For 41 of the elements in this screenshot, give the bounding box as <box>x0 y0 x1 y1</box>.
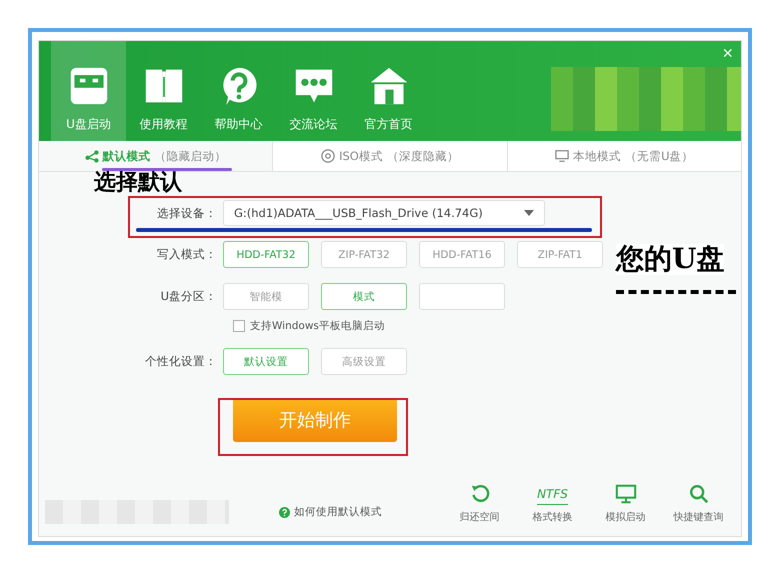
nav-tab[interactable]: 使用教程 <box>126 41 201 141</box>
option-button[interactable] <box>419 283 505 310</box>
tool-button[interactable]: 快捷键查询 <box>662 482 735 524</box>
field-label: 个性化设置： <box>144 354 217 369</box>
field-label: 选择设备： <box>156 206 217 220</box>
option-button[interactable]: ZIP-FAT1 <box>517 241 603 268</box>
nav-tab[interactable]: 官方首页 <box>351 41 426 141</box>
option-button[interactable]: HDD-FAT16 <box>419 241 505 268</box>
caret-icon <box>524 210 534 216</box>
disc-icon <box>321 149 336 163</box>
tool-button[interactable]: 归还空间 <box>443 482 516 524</box>
option-button[interactable]: 默认设置 <box>223 348 309 375</box>
monitor-icon <box>555 149 570 163</box>
device-dropdown[interactable]: G:(hd1)ADATA___USB_Flash_Drive (14.74G) <box>223 200 545 226</box>
checkbox-label: 支持Windows平板电脑启动 <box>250 319 385 333</box>
monitor-icon <box>614 482 636 504</box>
field-label: U盘分区： <box>160 289 217 304</box>
option-button[interactable]: HDD-FAT32 <box>223 241 309 268</box>
help-link[interactable]: 如何使用默认模式 <box>294 505 382 519</box>
drive-icon <box>68 66 108 106</box>
nav-tab[interactable]: 帮助中心 <box>201 41 276 141</box>
option-button[interactable]: 智能模 <box>223 283 309 310</box>
house-icon <box>368 66 408 106</box>
field-label: 写入模式： <box>156 247 217 262</box>
handwritten-note: 选择默认 <box>94 171 182 193</box>
share-icon <box>84 149 99 163</box>
start-button[interactable]: 开始制作 <box>233 398 397 442</box>
mode-tab[interactable]: ISO模式 （深度隐藏） <box>272 141 507 171</box>
handwritten-note: 您的U盘 <box>616 244 724 275</box>
search-icon <box>688 482 710 504</box>
tool-button[interactable]: NTFS 格式转换 <box>516 482 589 524</box>
nav-tab[interactable]: 交流论坛 <box>276 41 351 141</box>
checkbox[interactable] <box>233 320 245 332</box>
option-button[interactable]: 模式 <box>321 283 407 310</box>
close-button[interactable]: × <box>718 43 737 64</box>
option-button[interactable]: 高级设置 <box>321 348 407 375</box>
nav-tab[interactable]: U盘启动 <box>51 41 126 141</box>
mode-tab[interactable]: 本地模式 （无需U盘） <box>506 141 741 171</box>
tool-button[interactable]: 模拟启动 <box>589 482 662 524</box>
help-icon <box>279 506 290 518</box>
option-button[interactable]: ZIP-FAT32 <box>321 241 407 268</box>
